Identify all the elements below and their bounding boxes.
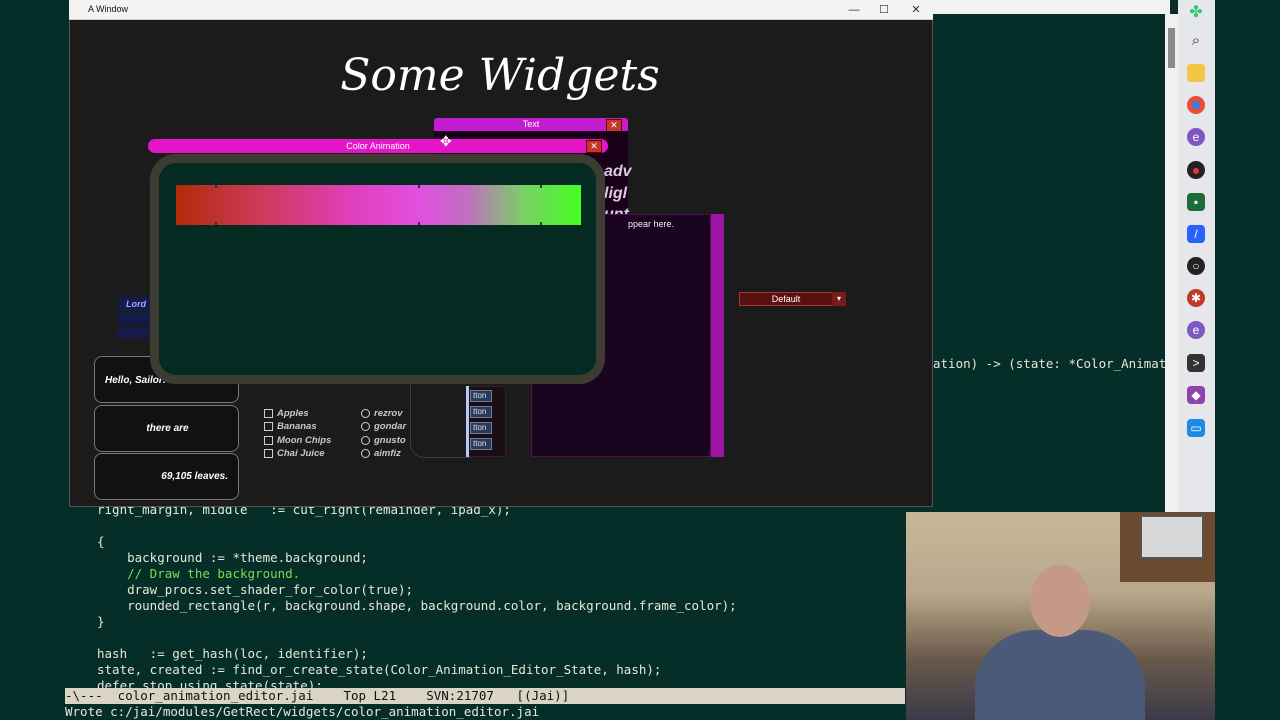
text-snippet: adv [604,163,632,180]
code-line-right[interactable]: ation) -> (state: *Color_Animati [933,356,1174,371]
visual-studio-icon[interactable]: ◆ [1187,386,1205,404]
editor-title-strip [930,0,1170,14]
code-line[interactable]: background := *theme.background; [97,550,368,565]
checkbox-icon[interactable] [264,435,273,445]
message-card: there are [94,405,239,452]
chevron-down-icon[interactable]: ▾ [832,292,846,306]
gradient-stop[interactable] [540,222,542,225]
gradient-stop[interactable] [540,185,542,188]
checkbox-icon[interactable] [264,421,273,431]
radio-label: gnusto [374,435,406,446]
chrome-icon[interactable] [1187,96,1205,114]
radio-label: gondar [374,421,407,432]
dropdown-value: Default [771,294,801,304]
text-panel-scrollbar[interactable] [711,214,724,457]
terminal-icon[interactable]: ▪ [1187,193,1205,211]
move-cursor-icon: ✥ [440,133,452,149]
window-title: A Window [88,4,129,14]
code-line[interactable]: defer stop_using_state(state); [97,678,323,688]
count-card: 69,105 leaves. [94,453,239,500]
code-comment-line[interactable]: // Draw the background. [97,566,300,581]
radio-icon[interactable] [361,448,370,458]
window-icon[interactable]: ▭ [1187,419,1205,437]
text-snippet: ligl [604,185,628,202]
checkbox-label: Apples [277,408,309,419]
code-line[interactable]: hash := get_hash(loc, identifier); [97,646,368,661]
gradient-stop[interactable] [418,222,420,225]
scrollbar-thumb[interactable] [1168,28,1175,68]
radio-aimfiz[interactable]: aimfiz [361,448,401,459]
checkbox-chai-juice[interactable]: Chai Juice [264,448,325,459]
emacs-icon-2[interactable]: e [1187,321,1205,339]
radio-gondar[interactable]: gondar [361,421,406,432]
gradient-stop[interactable] [418,185,420,188]
radio-icon[interactable] [361,408,370,418]
checkbox-icon[interactable] [264,448,273,458]
code-line[interactable]: } [97,614,105,629]
close-button[interactable]: ✕ [902,2,930,18]
color-animation-title: Color Animation [346,141,410,151]
card-text: there are [146,423,189,434]
editor-modeline: -\--- color_animation_editor.jai Top L21… [65,688,905,704]
checkbox-bananas[interactable]: Bananas [264,421,317,432]
editor-scrollbar[interactable] [1165,14,1178,512]
list-button[interactable]: tton [470,438,492,450]
list-scrollbar[interactable] [466,386,469,457]
code-line[interactable]: draw_procs.set_shader_for_color(true); [97,582,413,597]
list-button[interactable]: tton [470,406,492,418]
code-line[interactable]: state, created := find_or_create_state(C… [97,662,661,677]
checkbox-icon[interactable] [264,408,273,418]
webcam-microwave [1140,515,1204,559]
card-text: 69,105 leaves. [161,471,228,482]
minimize-button[interactable]: — [840,2,868,18]
gradient-stop[interactable] [215,222,217,225]
checkbox-label: Moon Chips [277,435,332,446]
code-line[interactable]: rounded_rectangle(r, background.shape, b… [97,598,737,613]
webcam-person-body [975,630,1145,720]
radio-icon[interactable] [361,421,370,431]
search-icon[interactable]: ⌕ [1187,32,1205,50]
list-button[interactable]: tton [470,422,492,434]
gradient-stop[interactable] [215,185,217,188]
bug-icon[interactable]: ✱ [1187,289,1205,307]
checkbox-moon-chips[interactable]: Moon Chips [264,435,331,446]
obs-icon[interactable]: ○ [1187,257,1205,275]
app-icon[interactable] [1187,161,1205,179]
radio-label: rezrov [374,408,403,419]
console-icon[interactable]: > [1187,354,1205,372]
clover-icon[interactable]: ✤ [1187,4,1205,22]
radio-gnusto[interactable]: gnusto [361,435,406,446]
radio-rezrov[interactable]: rezrov [361,408,403,419]
edit-icon[interactable]: / [1187,225,1205,243]
radio-icon[interactable] [361,435,370,445]
checkbox-apples[interactable]: Apples [264,408,309,419]
webcam-person-head [1030,565,1090,637]
checkbox-label: Chai Juice [277,448,325,459]
scroll-region-frame [410,380,471,458]
text-window-title: Text [522,119,540,129]
color-gradient-editor[interactable] [176,185,581,225]
maximize-button[interactable]: ☐ [870,2,898,18]
color-animation-close-icon[interactable]: ✕ [586,140,602,153]
text-panel-hint: ppear here. [628,219,675,229]
page-heading: Some Widgets [340,50,660,101]
window-titlebar[interactable] [69,0,933,20]
editor-minibuffer[interactable]: Wrote c:/jai/modules/GetRect/widgets/col… [65,704,905,720]
checkbox-label: Bananas [277,421,317,432]
folder-icon[interactable] [1187,64,1205,82]
emacs-icon[interactable]: e [1187,128,1205,146]
list-button[interactable]: tton [470,390,492,402]
radio-label: aimfiz [374,448,401,459]
code-line[interactable]: { [97,534,105,549]
